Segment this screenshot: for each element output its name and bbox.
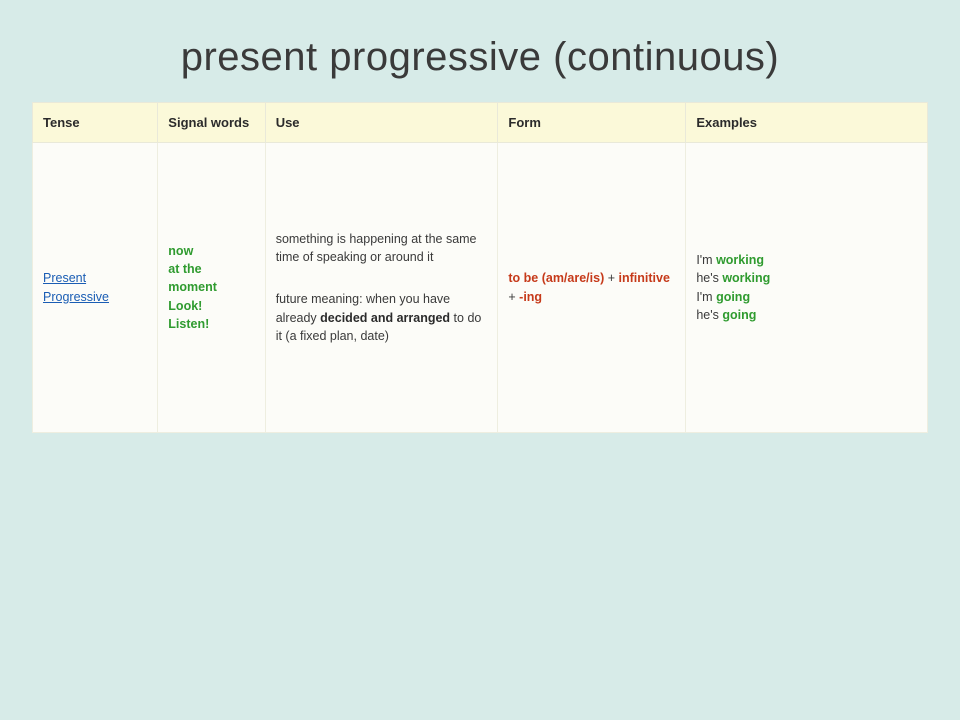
cell-tense: Present Progressive: [33, 143, 158, 433]
present-progressive-link[interactable]: Present Progressive: [43, 271, 109, 303]
form-part: infinitive: [619, 271, 670, 285]
form-plus: +: [604, 271, 618, 285]
use-paragraph: future meaning: when you have already de…: [276, 290, 488, 344]
form-plus: +: [508, 290, 519, 304]
ex-prefix: I'm: [696, 290, 716, 304]
table-row: Present Progressive now at the moment Lo…: [33, 143, 928, 433]
th-tense: Tense: [33, 103, 158, 143]
ex-prefix: he's: [696, 308, 722, 322]
ex-prefix: I'm: [696, 253, 716, 267]
cell-form: to be (am/are/is) + infinitive + -ing: [498, 143, 686, 433]
page-title: present progressive (continuous): [0, 0, 960, 102]
link-line2: Progressive: [43, 290, 109, 304]
table-header-row: Tense Signal words Use Form Examples: [33, 103, 928, 143]
ex-verb: going: [716, 290, 750, 304]
cell-signal: now at the moment Look! Listen!: [158, 143, 265, 433]
ex-verb: working: [716, 253, 764, 267]
signal-word: now: [168, 244, 193, 258]
signal-word: Look!: [168, 299, 202, 313]
th-examples: Examples: [686, 103, 928, 143]
use-paragraph: something is happening at the same time …: [276, 230, 488, 266]
th-form: Form: [498, 103, 686, 143]
ex-prefix: he's: [696, 271, 722, 285]
table-container: Tense Signal words Use Form Examples Pre…: [0, 102, 960, 433]
ex-verb: going: [722, 308, 756, 322]
use-bold: decided and arranged: [320, 311, 450, 325]
form-part: -ing: [519, 290, 542, 304]
th-signal: Signal words: [158, 103, 265, 143]
signal-word: at the: [168, 262, 201, 276]
ex-verb: working: [722, 271, 770, 285]
signal-word: moment: [168, 280, 217, 294]
link-line1: Present: [43, 271, 86, 285]
cell-examples: I'm working he's working I'm going he's …: [686, 143, 928, 433]
grammar-table: Tense Signal words Use Form Examples Pre…: [32, 102, 928, 433]
signal-word: Listen!: [168, 317, 209, 331]
form-part: to be (am/are/is): [508, 271, 604, 285]
cell-use: something is happening at the same time …: [265, 143, 498, 433]
th-use: Use: [265, 103, 498, 143]
